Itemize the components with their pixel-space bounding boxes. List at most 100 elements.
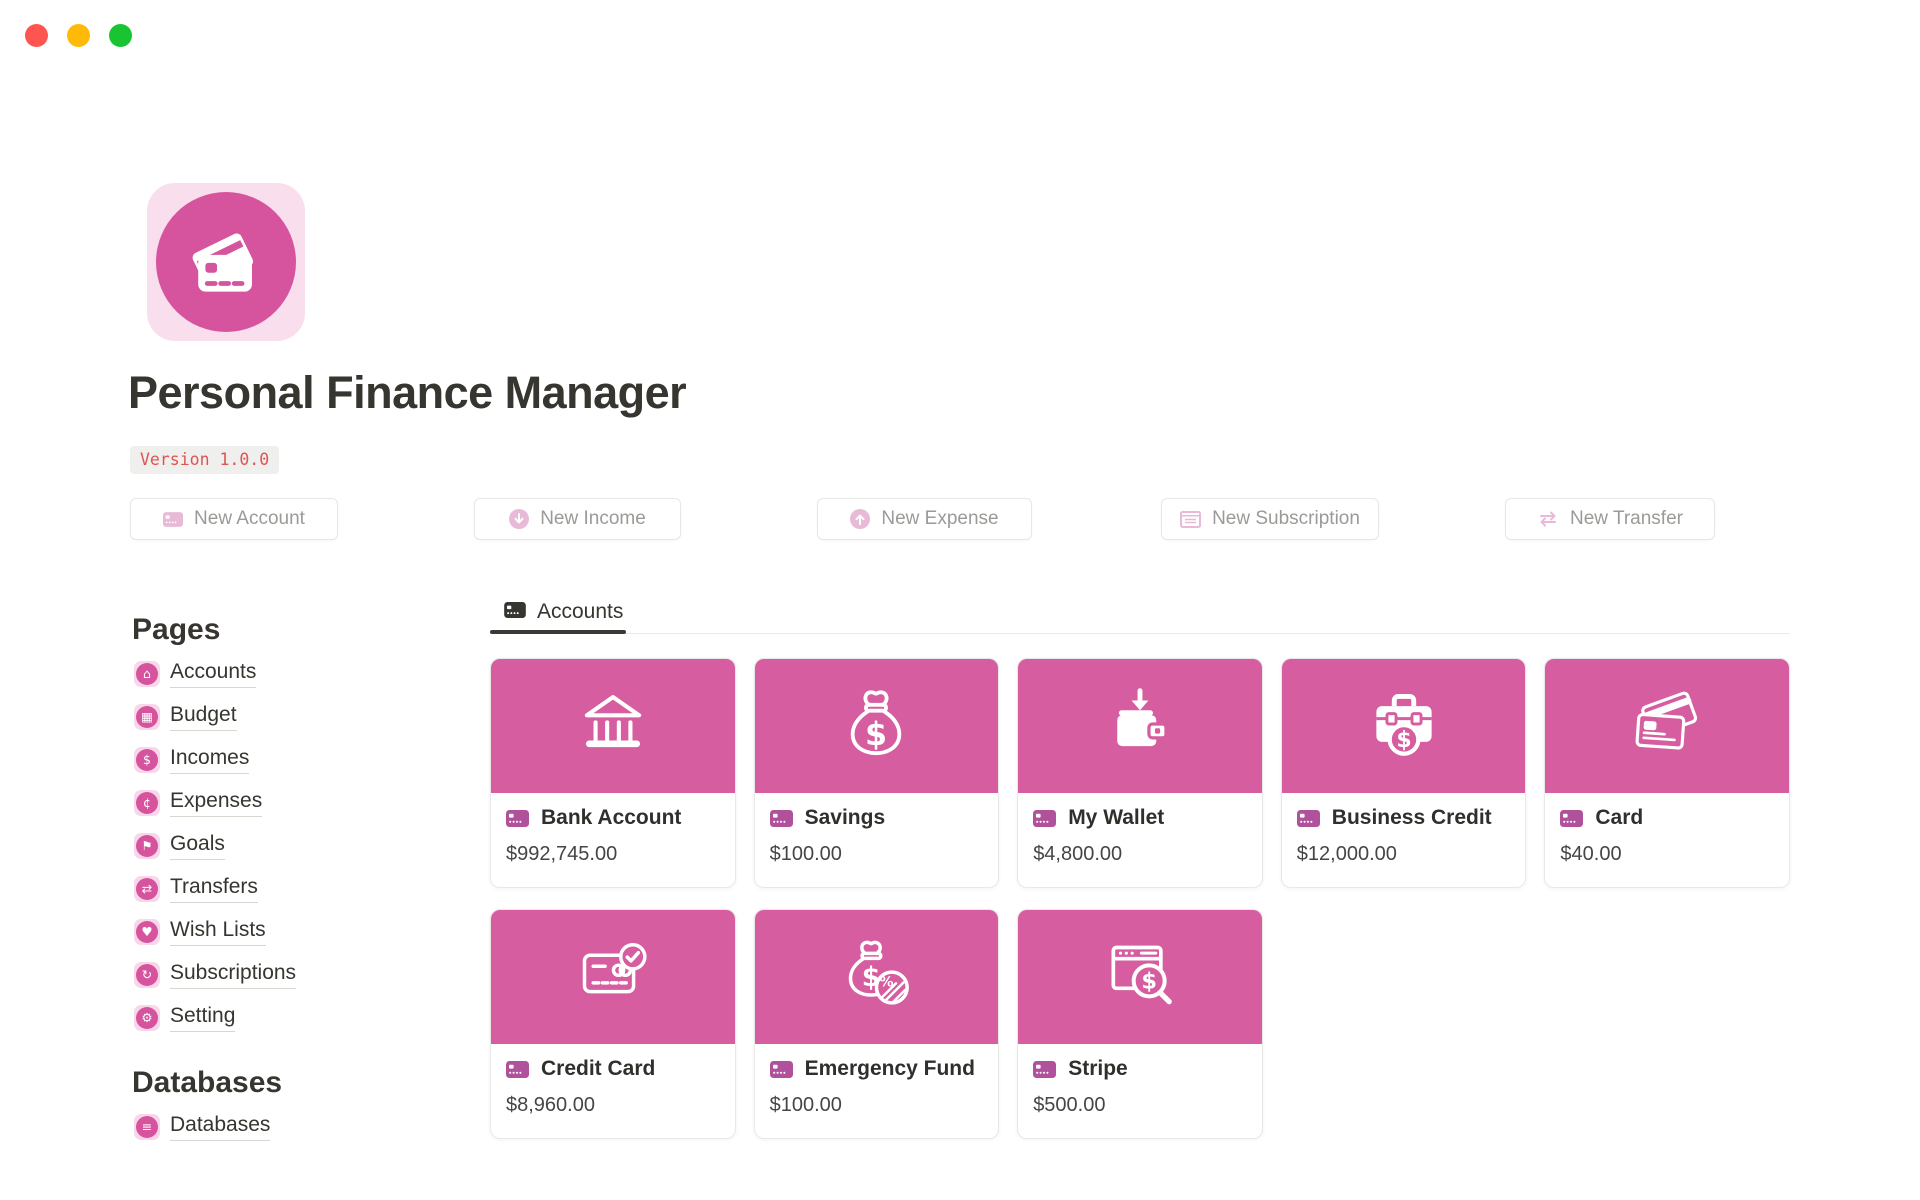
account-name: Stripe	[1068, 1057, 1128, 1081]
account-name: Card	[1595, 806, 1643, 830]
account-name: Bank Account	[541, 806, 681, 830]
sidebar-item-setting[interactable]: ⚙Setting	[130, 996, 450, 1039]
card-cover	[491, 659, 735, 793]
card-check-icon	[572, 937, 654, 1018]
account-card-business-credit[interactable]: $ Business Credit$12,000.00	[1281, 658, 1527, 888]
card-cover: $%	[755, 910, 999, 1044]
card-title-row: Emergency Fund	[770, 1057, 984, 1081]
account-balance: $992,745.00	[506, 843, 720, 866]
sidebar-item-label: Transfers	[170, 875, 258, 903]
sidebar: Pages⌂Accounts▦Budget$Incomes¢Expenses⚑G…	[130, 612, 450, 1148]
minimize-button[interactable]	[67, 24, 90, 47]
subscription-box-icon	[1180, 511, 1201, 528]
account-name: Business Credit	[1332, 806, 1492, 830]
new-income-button[interactable]: New Income	[474, 498, 681, 540]
account-card-credit-card[interactable]: Credit Card$8,960.00	[490, 909, 736, 1139]
sidebar-item-transfers[interactable]: ⇄Transfers	[130, 867, 450, 910]
sidebar-item-label: Databases	[170, 1113, 270, 1141]
card-body: Stripe $500.00	[1018, 1044, 1262, 1117]
active-tab-indicator	[490, 630, 626, 634]
sidebar-item-goals[interactable]: ⚑Goals	[130, 824, 450, 867]
button-label: New Expense	[881, 508, 998, 530]
browser-dollar-search-icon: $	[1100, 935, 1180, 1020]
accounts-gallery: Bank Account $992,745.00 $ Savings $100.00 My…	[490, 658, 1790, 1139]
card-title-row: Credit Card	[506, 1057, 720, 1081]
briefcase-dollar-icon: $	[1364, 685, 1444, 768]
account-balance: $100.00	[770, 843, 984, 866]
credit-card-icon	[1560, 810, 1583, 827]
sidebar-item-incomes[interactable]: $ Incomes	[130, 738, 450, 781]
sidebar-item-label: Wish Lists	[170, 918, 266, 946]
account-balance: $500.00	[1033, 1094, 1247, 1117]
transfer-arrows-icon	[1537, 511, 1559, 527]
sidebar-item-label: Subscriptions	[170, 961, 296, 989]
account-name: Savings	[805, 806, 886, 830]
credit-cards-icon	[156, 192, 296, 332]
credit-card-icon	[1033, 1061, 1056, 1078]
account-balance: $100.00	[770, 1094, 984, 1117]
new-expense-button[interactable]: New Expense	[817, 498, 1032, 540]
arrow-up-circle-icon	[850, 509, 870, 529]
sidebar-item-expenses[interactable]: ¢Expenses	[130, 781, 450, 824]
tab-accounts[interactable]: Accounts	[490, 594, 637, 630]
svg-text:$: $	[1141, 968, 1157, 994]
button-label: New Account	[194, 508, 305, 530]
account-card-my-wallet[interactable]: My Wallet $4,800.00	[1017, 658, 1263, 888]
card-title-row: Savings	[770, 806, 984, 830]
page-title: Personal Finance Manager	[128, 367, 686, 419]
account-name: Credit Card	[541, 1057, 655, 1081]
new-account-button[interactable]: New Account	[130, 498, 338, 540]
credit-card-icon	[163, 512, 183, 527]
card-title-row: Business Credit	[1297, 806, 1511, 830]
button-label: New Subscription	[1212, 508, 1360, 530]
card-body: Business Credit$12,000.00	[1282, 793, 1526, 866]
credit-card-icon	[504, 602, 526, 623]
subscription-icon: ↻	[134, 962, 160, 988]
account-name: Emergency Fund	[805, 1057, 975, 1081]
account-balance: $4,800.00	[1033, 843, 1247, 866]
stacked-cards-icon	[1625, 686, 1709, 767]
account-balance: $40.00	[1560, 843, 1774, 866]
money-bag-percent-icon: $%	[836, 935, 916, 1020]
window-controls	[25, 24, 132, 47]
income-icon: $	[134, 747, 160, 773]
sidebar-item-label: Accounts	[170, 660, 256, 688]
account-card-savings[interactable]: $ Savings $100.00	[754, 658, 1000, 888]
account-name: My Wallet	[1068, 806, 1164, 830]
account-card-card[interactable]: Card $40.00	[1544, 658, 1790, 888]
card-body: Bank Account $992,745.00	[491, 793, 735, 866]
sidebar-item-accounts[interactable]: ⌂ Accounts	[130, 652, 450, 695]
bank-icon: ⌂	[134, 661, 160, 687]
app-icon[interactable]	[147, 183, 305, 341]
version-badge: Version 1.0.0	[130, 446, 279, 474]
new-transfer-button[interactable]: New Transfer	[1505, 498, 1715, 540]
sidebar-item-budget[interactable]: ▦Budget	[130, 695, 450, 738]
arrow-down-circle-icon	[509, 509, 529, 529]
sidebar-item-label: Incomes	[170, 746, 249, 774]
account-card-emergency-fund[interactable]: $% Emergency Fund $100.00	[754, 909, 1000, 1139]
card-cover: $	[755, 659, 999, 793]
credit-card-icon	[770, 810, 793, 827]
database-icon: ≡	[134, 1114, 160, 1140]
card-title-row: Card	[1560, 806, 1774, 830]
card-body: My Wallet $4,800.00	[1018, 793, 1262, 866]
wishlist-icon: ♥	[134, 919, 160, 945]
close-button[interactable]	[25, 24, 48, 47]
new-subscription-button[interactable]: New Subscription	[1161, 498, 1379, 540]
tab-label: Accounts	[537, 600, 623, 624]
sidebar-item-label: Setting	[170, 1004, 235, 1032]
sidebar-item-subscriptions[interactable]: ↻ Subscriptions	[130, 953, 450, 996]
sidebar-item-label: Goals	[170, 832, 225, 860]
account-card-stripe[interactable]: $ Stripe $500.00	[1017, 909, 1263, 1139]
credit-card-icon	[1297, 810, 1320, 827]
card-title-row: My Wallet	[1033, 806, 1247, 830]
card-cover: $	[1018, 910, 1262, 1044]
sidebar-item-label: Expenses	[170, 789, 262, 817]
sidebar-item-databases[interactable]: ≡ Databases	[130, 1105, 450, 1148]
account-card-bank-account[interactable]: Bank Account $992,745.00	[490, 658, 736, 888]
button-label: New Income	[540, 508, 646, 530]
sidebar-item-wish-lists[interactable]: ♥ Wish Lists	[130, 910, 450, 953]
credit-card-icon	[1033, 810, 1056, 827]
zoom-button[interactable]	[109, 24, 132, 47]
sidebar-item-label: Budget	[170, 703, 237, 731]
